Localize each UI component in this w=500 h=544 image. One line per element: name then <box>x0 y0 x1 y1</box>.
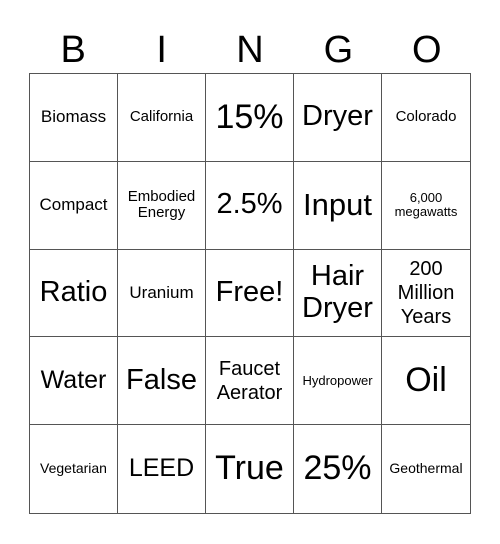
header-letter-n: N <box>236 29 264 71</box>
header-letter-i: I <box>156 29 167 71</box>
bingo-cell[interactable]: California <box>118 74 206 162</box>
bingo-cell[interactable]: 15% <box>206 74 294 162</box>
bingo-cell[interactable]: Biomass <box>30 74 118 162</box>
bingo-cell[interactable]: Free! <box>206 249 294 338</box>
bingo-cell[interactable]: Compact <box>30 161 118 250</box>
bingo-cell[interactable]: False <box>118 337 206 426</box>
bingo-cell[interactable]: Faucet Aerator <box>206 337 294 426</box>
bingo-cell[interactable]: Water <box>30 337 118 426</box>
bingo-cell[interactable]: Oil <box>382 337 470 426</box>
bingo-cell[interactable]: Colorado <box>382 74 470 162</box>
bingo-cell[interactable]: LEED <box>118 425 206 513</box>
bingo-cell[interactable]: Uranium <box>118 249 206 338</box>
bingo-cell[interactable]: Input <box>294 161 382 250</box>
bingo-cell[interactable]: 200 Million Years <box>382 250 470 338</box>
bingo-grid: Biomass California 15% Dryer Colorado Compact… <box>29 73 471 514</box>
bingo-cell[interactable]: 6,000 megawatts <box>382 162 470 250</box>
bingo-cell[interactable]: 25% <box>294 425 382 513</box>
bingo-cell[interactable]: Hydropower <box>294 337 382 426</box>
bingo-cell[interactable]: Embodied Energy <box>118 161 206 250</box>
bingo-cell[interactable]: Geothermal <box>382 425 470 513</box>
bingo-cell[interactable]: Hair Dryer <box>294 249 382 338</box>
bingo-cell[interactable]: 2.5% <box>206 161 294 250</box>
bingo-cell[interactable]: Ratio <box>30 249 118 338</box>
bingo-cell[interactable]: Dryer <box>294 74 382 162</box>
header-letter-b: B <box>60 29 86 71</box>
bingo-cell[interactable]: Vegetarian <box>30 425 118 513</box>
header-letter-o: O <box>412 29 442 71</box>
bingo-header: B I N G O <box>29 28 471 73</box>
bingo-cell[interactable]: True <box>206 425 294 513</box>
header-letter-g: G <box>323 29 354 71</box>
